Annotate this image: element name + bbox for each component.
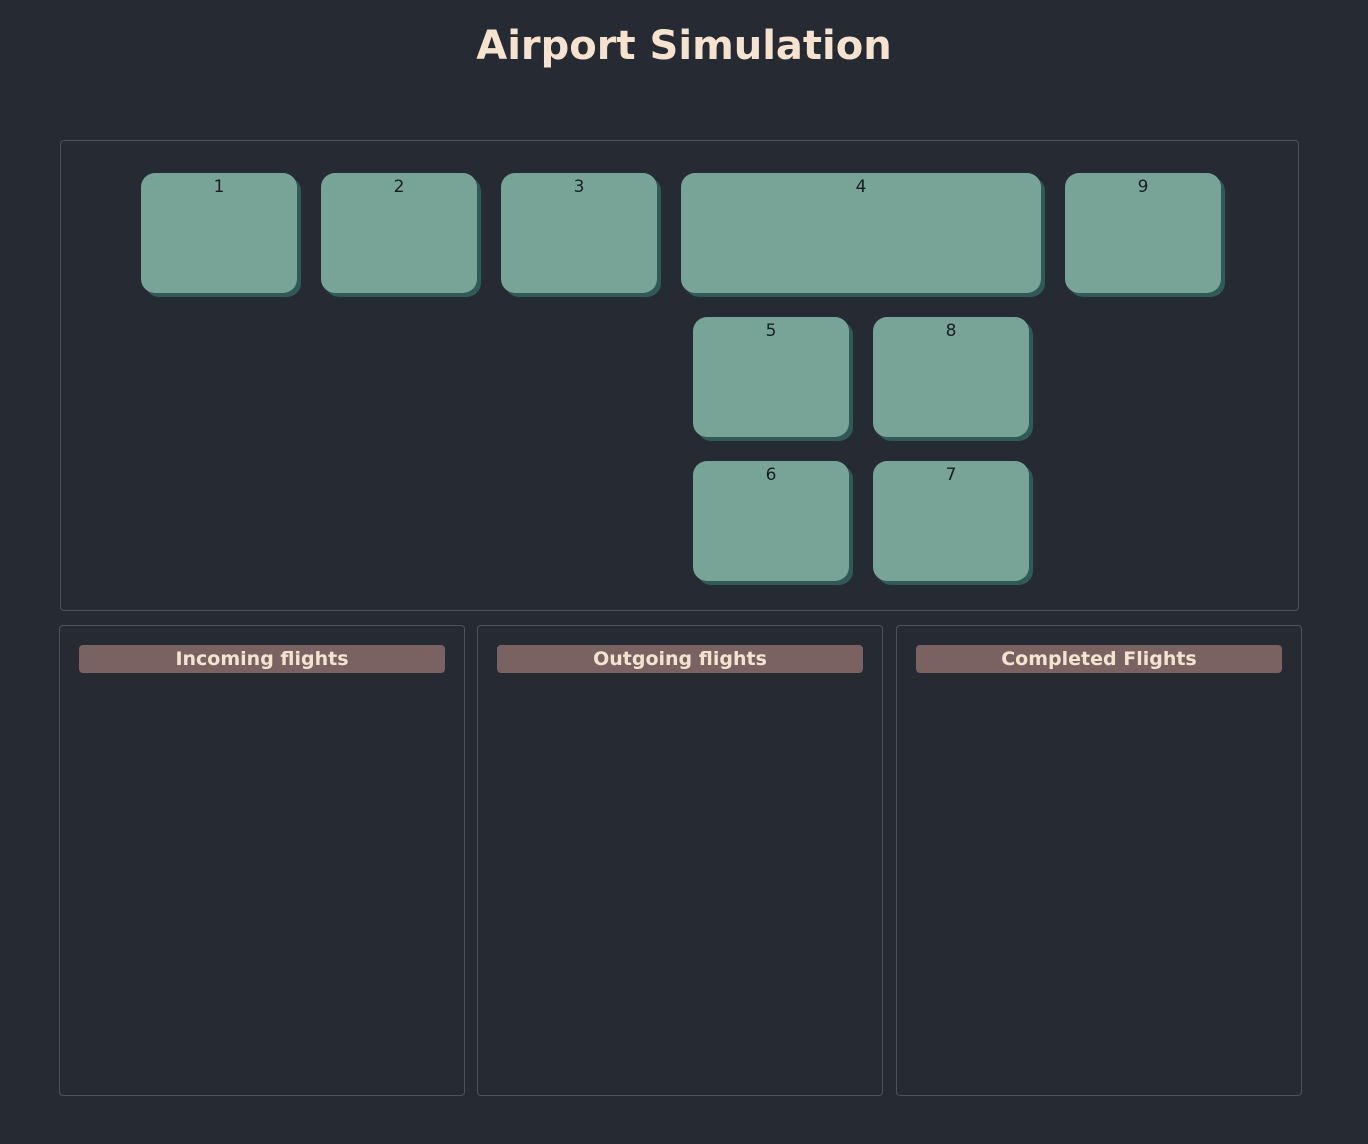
gate-8[interactable]: 8	[873, 317, 1029, 437]
gate-7[interactable]: 7	[873, 461, 1029, 581]
incoming-flights-panel: Incoming flights	[59, 625, 465, 1096]
completed-flights-panel: Completed Flights	[896, 625, 1302, 1096]
completed-flights-list	[916, 686, 1282, 1076]
gate-6[interactable]: 6	[693, 461, 849, 581]
page-title: Airport Simulation	[476, 23, 892, 69]
completed-flights-header: Completed Flights	[916, 645, 1282, 673]
outgoing-flights-header: Outgoing flights	[497, 645, 863, 673]
incoming-flights-header: Incoming flights	[79, 645, 445, 673]
gate-3[interactable]: 3	[501, 173, 657, 293]
outgoing-flights-panel: Outgoing flights	[477, 625, 883, 1096]
gate-1[interactable]: 1	[141, 173, 297, 293]
incoming-flights-list	[79, 686, 445, 1076]
gate-2[interactable]: 2	[321, 173, 477, 293]
outgoing-flights-list	[497, 686, 863, 1076]
airport-map: 1 2 3 4 9 5 8 6 7	[60, 140, 1299, 611]
gate-5[interactable]: 5	[693, 317, 849, 437]
gate-4[interactable]: 4	[681, 173, 1041, 293]
gate-9[interactable]: 9	[1065, 173, 1221, 293]
